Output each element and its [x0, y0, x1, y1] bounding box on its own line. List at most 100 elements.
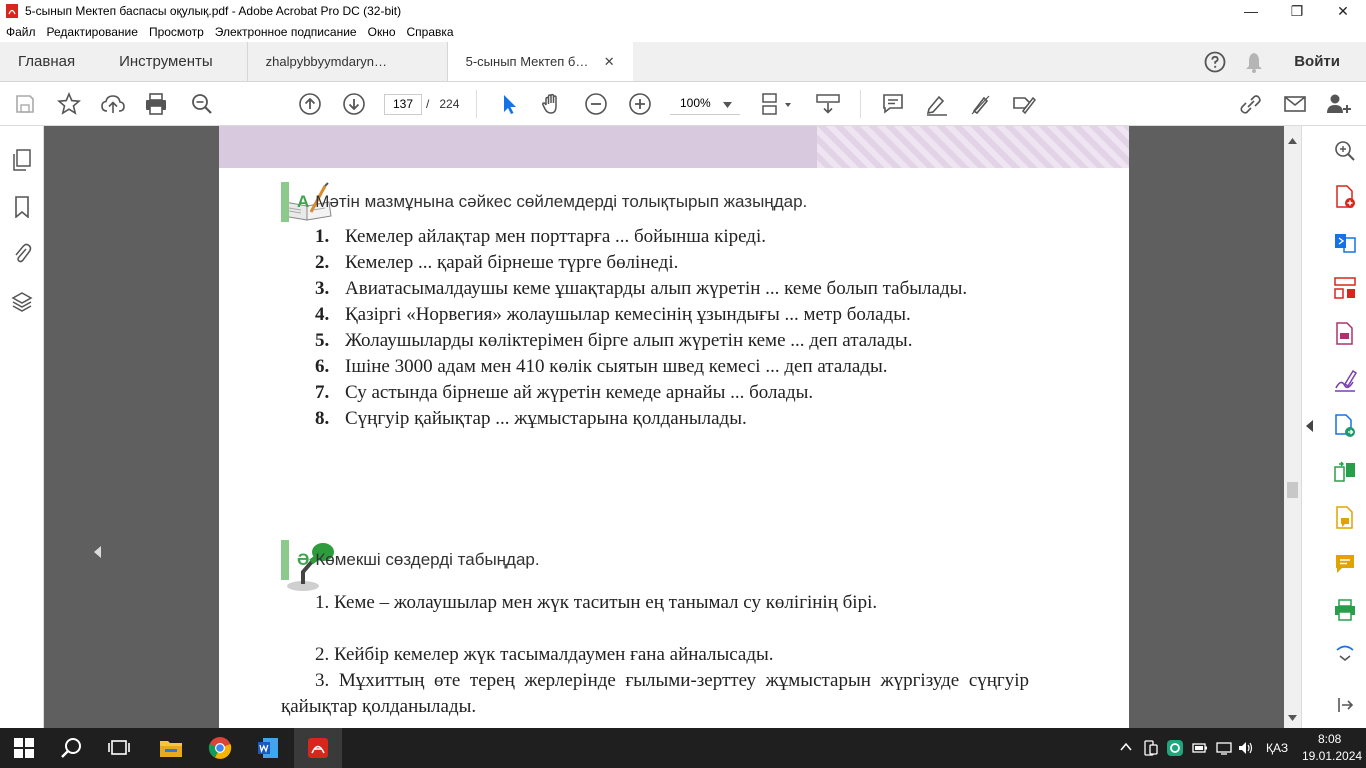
chrome-icon[interactable]	[208, 736, 232, 760]
layers-icon[interactable]	[10, 290, 34, 314]
comment-tool-icon[interactable]	[1332, 505, 1358, 531]
email-icon[interactable]	[1282, 91, 1308, 117]
word-icon[interactable]	[256, 736, 280, 760]
scrollbar-thumb[interactable]	[1287, 482, 1298, 498]
list-item: 3. Авиатасымалдаушы кеме ұшақтарды алып ж…	[315, 276, 1037, 302]
print-production-icon[interactable]	[1332, 597, 1358, 623]
hand-tool-icon[interactable]	[539, 91, 565, 117]
windows-start-icon[interactable]	[12, 736, 36, 760]
list-item-number: 8.	[315, 408, 330, 429]
green-app-tray-icon[interactable]	[1166, 739, 1184, 757]
scroll-down-icon[interactable]	[1288, 715, 1297, 721]
collapse-left-panel-icon[interactable]	[94, 546, 102, 558]
page-layout-icon[interactable]	[760, 91, 794, 117]
close-window-button[interactable]: ✕	[1320, 3, 1366, 20]
combine-files-icon[interactable]	[1332, 229, 1358, 255]
page-number-input[interactable]: 137	[384, 94, 422, 115]
save-icon[interactable]	[12, 91, 38, 117]
create-pdf-icon[interactable]	[1332, 184, 1358, 210]
menu-file[interactable]: Файл	[0, 25, 41, 39]
add-user-icon[interactable]	[1326, 91, 1352, 117]
zoom-in-icon[interactable]	[627, 91, 653, 117]
clock-time[interactable]: 8:08	[1318, 732, 1341, 746]
page-thumbnails-icon[interactable]	[10, 148, 34, 172]
scroll-mode-icon[interactable]	[815, 91, 841, 117]
maximize-button[interactable]: ❐	[1274, 3, 1320, 20]
minimize-button[interactable]: —	[1228, 3, 1274, 19]
share-link-icon[interactable]	[1238, 91, 1264, 117]
volume-icon[interactable]	[1238, 740, 1254, 756]
clock-date[interactable]: 19.01.2024	[1302, 749, 1362, 763]
list-item-number: 5.	[315, 330, 330, 351]
task-view-icon[interactable]	[107, 736, 131, 760]
list-item-number: 3.	[315, 278, 330, 299]
upload-cloud-icon[interactable]	[100, 91, 126, 117]
next-page-icon[interactable]	[341, 91, 367, 117]
windows-taskbar: ҚАЗ 8:08 19.01.2024	[0, 728, 1366, 768]
page-header-ornament	[817, 126, 1129, 168]
help-icon[interactable]	[1204, 51, 1226, 73]
zoom-search-icon[interactable]	[189, 91, 215, 117]
star-icon[interactable]	[56, 91, 82, 117]
toolbar: 137 / 224 100%	[0, 82, 1366, 126]
collapse-right-panel-icon[interactable]	[1306, 420, 1314, 432]
attachment-icon[interactable]	[10, 241, 34, 265]
add-comment-icon[interactable]	[1332, 551, 1358, 577]
protect-icon[interactable]	[1332, 639, 1358, 665]
fill-and-sign-icon[interactable]	[1332, 367, 1358, 393]
list-item: 1. Кемелер айлақтар мен порттарға ... бой…	[315, 224, 1037, 250]
draw-pen-icon[interactable]	[968, 91, 994, 117]
enhance-scan-icon[interactable]	[1332, 138, 1358, 164]
search-icon[interactable]	[60, 736, 84, 760]
login-button[interactable]: Войти	[1294, 53, 1340, 70]
zoom-out-icon[interactable]	[583, 91, 609, 117]
tab-home[interactable]: Главная	[0, 42, 93, 81]
vertical-scrollbar[interactable]	[1284, 126, 1301, 728]
document-viewer[interactable]: А Мәтін мазмұнына сәйкес сөйлемдерді тол…	[44, 126, 1284, 728]
tray-chevron-up-icon[interactable]	[1120, 743, 1132, 751]
menu-help[interactable]: Справка	[401, 25, 459, 39]
list-item-text: Су астында бірнеше ай жүретін кемеде арн…	[345, 382, 814, 403]
tab-tools[interactable]: Инструменты	[93, 42, 247, 81]
scroll-up-icon[interactable]	[1288, 138, 1297, 144]
network-icon[interactable]	[1216, 741, 1232, 755]
list-item: 5. Жолаушыларды көліктерімен бірге алып ж…	[315, 328, 1037, 354]
bookmark-icon[interactable]	[10, 195, 34, 219]
export-pdf-icon[interactable]	[1332, 321, 1358, 347]
tab-document-1[interactable]: zhalpybbyymdaryn…	[246, 42, 447, 81]
phone-link-icon[interactable]	[1144, 740, 1158, 756]
zoom-level-select[interactable]: 100%	[670, 94, 740, 115]
organize-pages-icon[interactable]	[1332, 275, 1358, 301]
list-item-number: 7.	[315, 382, 330, 403]
battery-icon[interactable]	[1192, 742, 1208, 754]
zoom-value: 100%	[680, 96, 711, 110]
acrobat-taskbar-icon[interactable]	[306, 736, 330, 760]
tab-document-2[interactable]: 5-сынып Мектеп б… ✕	[446, 42, 633, 81]
pdf-page: А Мәтін мазмұнына сәйкес сөйлемдерді тол…	[219, 126, 1129, 728]
compare-files-icon[interactable]	[1332, 459, 1358, 485]
bell-icon[interactable]	[1244, 51, 1264, 73]
menu-edit[interactable]: Редактирование	[41, 25, 143, 39]
menu-view[interactable]: Просмотр	[143, 25, 209, 39]
send-for-review-icon[interactable]	[1332, 413, 1358, 439]
left-navigation-panel	[0, 126, 44, 728]
section-b-paragraph: 3. Мұхиттың өте терең жерлерінде ғылыми-…	[281, 670, 1029, 717]
menu-sign[interactable]: Электронное подписание	[209, 25, 362, 39]
print-icon[interactable]	[143, 91, 169, 117]
menu-window[interactable]: Окно	[362, 25, 401, 39]
fill-sign-icon[interactable]	[1011, 91, 1037, 117]
page-separator: /	[426, 97, 430, 111]
select-cursor-icon[interactable]	[495, 91, 521, 117]
tab-close-button[interactable]: ✕	[604, 54, 615, 70]
file-explorer-icon[interactable]	[159, 736, 183, 760]
section-b-paragraph: 1. Кеме – жолаушылар мен жүк таситын ең …	[315, 592, 878, 613]
expand-panel-icon[interactable]	[1332, 692, 1358, 718]
previous-page-icon[interactable]	[297, 91, 323, 117]
highlight-pen-icon[interactable]	[924, 91, 950, 117]
list-item-number: 6.	[315, 356, 330, 377]
section-b-bar	[281, 540, 289, 580]
section-b-letter: Ә	[297, 550, 310, 569]
comment-icon[interactable]	[880, 91, 906, 117]
list-item-text: Сүңгуір қайықтар ... жұмыстарына қолданы…	[345, 408, 747, 429]
keyboard-language[interactable]: ҚАЗ	[1266, 741, 1288, 755]
